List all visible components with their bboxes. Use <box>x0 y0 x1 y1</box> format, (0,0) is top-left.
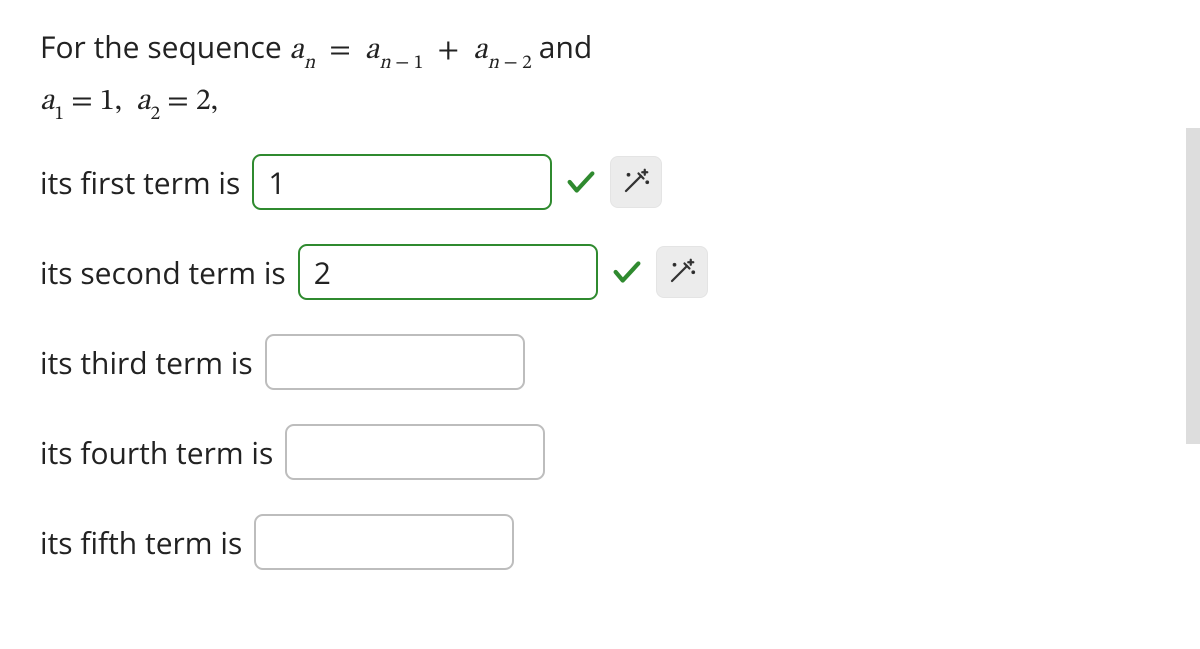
check-icon <box>610 255 644 289</box>
answer-row-4: its fourth term is <box>40 424 1160 480</box>
row-label: its first term is <box>40 162 240 203</box>
answer-row-1: its first term is <box>40 154 1160 210</box>
row-label: its second term is <box>40 252 286 293</box>
text-for-the-sequence: For the sequence <box>40 26 282 67</box>
magic-wand-button-1[interactable] <box>610 156 662 208</box>
magic-wand-button-2[interactable] <box>656 246 708 298</box>
answer-row-2: its second term is <box>40 244 1160 300</box>
row-label: its fifth term is <box>40 522 242 563</box>
answer-rows: its first term is its second term is <box>40 154 1160 570</box>
problem-statement: For the sequence an = an − 1 + an − 2 an… <box>40 24 1160 126</box>
answer-input-2[interactable] <box>298 244 598 300</box>
initial-conditions: a1 = 1, a2 = 2, <box>40 87 218 117</box>
answer-input-4[interactable] <box>285 424 545 480</box>
check-icon <box>564 165 598 199</box>
magic-wand-icon <box>667 256 697 289</box>
answer-input-3[interactable] <box>265 334 525 390</box>
recurrence-relation: an = an − 1 + an − 2 <box>289 36 538 66</box>
row-label: its fourth term is <box>40 432 273 473</box>
answer-row-3: its third term is <box>40 334 1160 390</box>
magic-wand-icon <box>621 166 651 199</box>
answer-input-1[interactable] <box>252 154 552 210</box>
answer-row-5: its fifth term is <box>40 514 1160 570</box>
text-and: and <box>539 26 592 67</box>
answer-input-5[interactable] <box>254 514 514 570</box>
scrollbar-thumb[interactable] <box>1186 128 1200 444</box>
row-label: its third term is <box>40 342 253 383</box>
